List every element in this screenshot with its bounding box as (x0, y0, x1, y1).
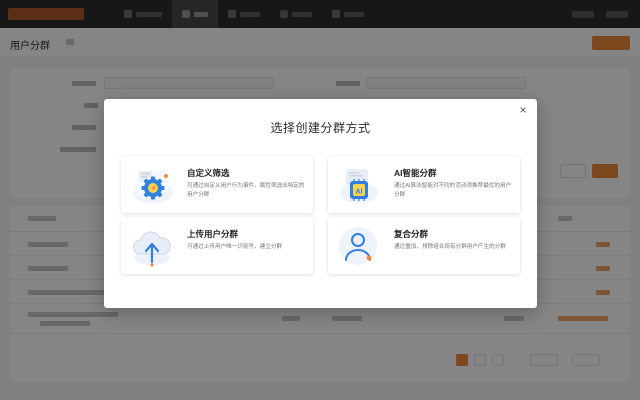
option-ai-segment[interactable]: AI AI智能分群 通过AI算法智能对不同的活动须推荐最优的用户分群 (328, 156, 520, 213)
option-title: 复合分群 (394, 229, 429, 239)
upload-cloud-icon (133, 231, 171, 267)
option-title: 自定义筛选 (187, 168, 230, 178)
user-group-icon (339, 227, 377, 265)
option-upload-segment[interactable]: 上传用户分群 可通过上传用户唯一识别号，建立分群 (121, 217, 313, 274)
ai-chip-icon: AI (340, 169, 378, 203)
option-custom-filter[interactable]: 自定义筛选 可通过自定义用户行为事件，属性筛选出特定的用户分群 (121, 156, 313, 213)
close-icon[interactable]: × (516, 103, 530, 117)
option-description: 可通过上传用户唯一识别号，建立分群 (187, 244, 283, 250)
option-title: 上传用户分群 (187, 229, 239, 239)
option-title: AI智能分群 (394, 168, 437, 178)
option-description: 通过叠加、排除组合现有分群用户产生的分群 (394, 244, 506, 250)
option-description: 可通过自定义用户行为事件，属性筛选出特定的用户分群 (187, 183, 305, 198)
gear-cloud-icon (133, 171, 173, 203)
option-composite-segment[interactable]: 复合分群 通过叠加、排除组合现有分群用户产生的分群 (328, 217, 520, 274)
create-segment-modal: 选择创建分群方式 × 自定义筛选 可通过自定义用户行为事件，属性筛选出特定的用户… (104, 99, 537, 308)
option-description: 通过AI算法智能对不同的活动须推荐最优的用户分群 (394, 183, 512, 198)
modal-title: 选择创建分群方式 (270, 121, 371, 135)
svg-text:AI: AI (356, 189, 363, 196)
